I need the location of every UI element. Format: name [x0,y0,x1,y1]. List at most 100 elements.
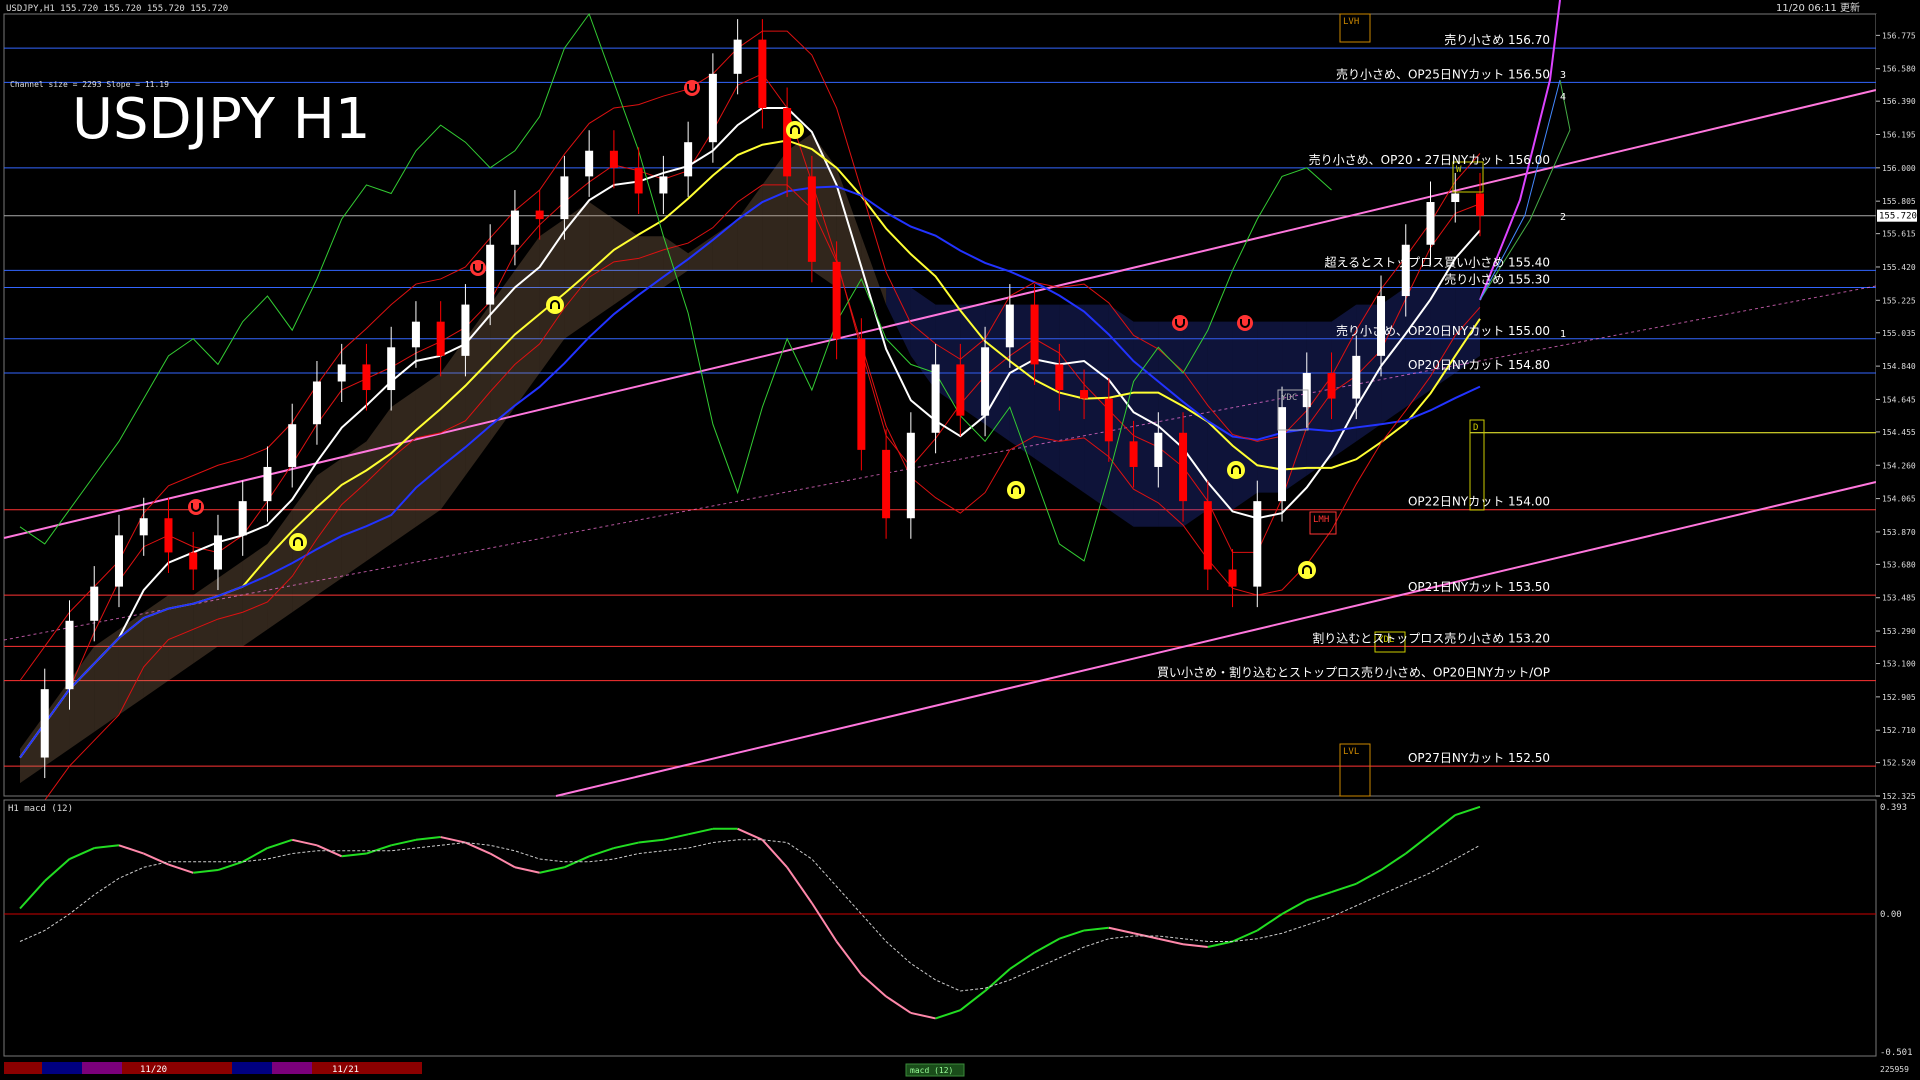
price-tick-label: 155.805 [1882,197,1916,206]
price-tick-label: 153.680 [1882,560,1916,569]
price-tick-label: 153.485 [1882,594,1916,603]
candle-bear [362,364,371,391]
candle-bear [956,364,965,416]
candle-bull [1278,407,1287,502]
candle-bear [1129,441,1138,467]
price-tick-label: 155.420 [1882,263,1916,272]
strip-seg-7 [312,1062,422,1074]
strip-seg-6 [272,1062,312,1074]
candle-bull [931,364,940,433]
price-level-label: 割り込むとストップロス売り小さめ 153.20 [1312,630,1550,645]
daily-label: D [1473,423,1478,433]
price-level-label: 売り小さめ、OP25日NYカット 156.50 [1336,66,1550,81]
price-level-label: 買い小さめ・割り込むとストップロス売り小さめ、OP20日NYカット/OP [1157,665,1550,680]
price-tick-label: 152.520 [1882,759,1916,768]
price-tick-label: 156.390 [1882,97,1916,106]
candle-bull [560,176,569,220]
candle-bull [139,518,148,536]
price-level-label: 売り小さめ、OP20日NYカット 155.00 [1336,323,1550,338]
lmh-label: LMH [1313,515,1329,525]
price-tick-label: 156.580 [1882,65,1916,74]
fractal-up-marker [1237,315,1253,331]
candle-bull [1451,193,1460,203]
candle-bear [758,39,767,109]
fractal-down-marker [289,533,307,551]
lvl-label: LVL [1343,747,1359,757]
candle-bull [1154,432,1163,467]
candle-bull [981,347,990,416]
price-tick-label: 153.100 [1882,660,1916,669]
fractal-up-marker [470,260,486,276]
candle-bear [535,210,544,220]
price-tick-label: 154.065 [1882,495,1916,504]
candle-bear [857,338,866,450]
price-level-label: OP21日NYカット 153.50 [1408,580,1550,594]
price-tick-label: 155.615 [1882,230,1916,239]
price-tick-label: 152.905 [1882,693,1916,702]
price-tick-label: 153.290 [1882,627,1916,636]
fractal-up-marker [684,80,700,96]
candle-bull [312,381,321,425]
candle-bear [783,108,792,177]
price-level-label: 売り小さめ 155.30 [1444,271,1550,286]
header-info: USDJPY,H1 155.720 155.720 155.720 155.72… [6,4,228,14]
candle-bull [1352,355,1361,399]
strip-seg-4 [122,1062,232,1074]
candle-bear [1228,569,1237,587]
ichimoku-cloud-segment [391,390,416,544]
candle-bear [832,261,841,339]
macd-panel: 0.393 0.00 -0.501 H1 macd (12) 225959 [3,799,1913,1074]
candle-bull [1401,244,1410,297]
wave-num3: 3 [1560,70,1566,81]
price-level-label: 超えるとストップロス買い小さめ 155.40 [1325,254,1550,269]
price-tick-label: 152.710 [1882,726,1916,735]
candle-bear [436,321,445,356]
ichimoku-cloud-segment [564,202,590,339]
ichimoku-cloud-segment [316,458,342,596]
fractal-down-marker [1227,461,1245,479]
price-tick-label: 156.195 [1882,131,1916,140]
corner-value: 225959 [1880,1065,1909,1074]
candle-bull [585,150,594,177]
candle-bear [164,518,173,553]
candle-bear [1203,501,1212,570]
ichimoku-cloud-segment [1207,321,1233,510]
candle-bull [238,501,247,536]
current-price-label: 155.720 [1879,212,1917,222]
ichimoku-cloud-segment [94,629,119,732]
candle-bull [659,176,668,194]
wave-num1: 1 [1560,329,1566,340]
time-strip: 11/20 11/21 macd (12) [4,1062,965,1077]
candle-bear [189,552,198,570]
wave-num2: 2 [1560,212,1566,223]
x-label-1121: 11/21 [332,1065,359,1075]
price-tick-label: 155.225 [1882,296,1916,305]
price-tick-label: 154.645 [1882,395,1916,404]
lvh-label: LVH [1343,17,1359,27]
macd-tick-zero: 0.00 [1880,910,1902,920]
price-tick-label: 154.260 [1882,461,1916,470]
candle-bull [114,535,123,587]
candle-bull [213,535,222,570]
candle-bear [1030,304,1039,365]
candle-bull [486,244,495,305]
price-tick-label: 154.840 [1882,362,1916,371]
candle-bear [1179,432,1188,502]
candle-bear [1476,193,1484,216]
price-level-label: OP22日NYカット 154.00 [1408,495,1550,509]
candle-bull [461,304,470,356]
candle-bull [510,210,519,245]
fractal-down-marker [1298,561,1316,579]
ichimoku-cloud-segment [415,372,441,527]
chart-big-title: USDJPY H1 [72,87,370,152]
candle-bull [90,586,99,621]
update-timestamp: 11/20 06:11 更新 [1776,1,1860,14]
candle-bull [263,466,272,502]
candle-bull [906,432,915,519]
candle-bull [65,620,74,690]
price-tick-label: 152.325 [1882,792,1916,801]
chart-canvas[interactable]: LVHLVLYDCYDLLMHWD3421 売り小さめ 156.70売り小さめ、… [0,0,1920,1080]
ydc-label: YDC [1281,393,1297,403]
candle-bear [882,449,891,519]
strip-seg-5 [232,1062,272,1074]
